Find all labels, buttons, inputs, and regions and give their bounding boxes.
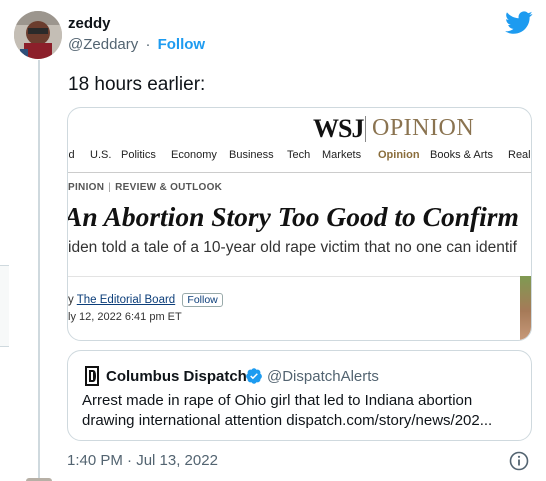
left-edge-panel [0, 265, 9, 347]
wsj-nav-bar: ld U.S. Politics Economy Business Tech M… [68, 149, 531, 171]
nav-item-business: Business [229, 149, 274, 161]
section-label: PINION | REVIEW & OUTLOOK [68, 182, 222, 193]
nav-item-markets: Markets [322, 149, 362, 161]
nav-item-economy: Economy [171, 149, 217, 161]
author-link: The Editorial Board [76, 294, 176, 306]
nav-item-real-estate: Real [508, 149, 531, 161]
author-handle-line: @Zeddary · Follow [68, 36, 205, 53]
article-date: ly 12, 2022 6:41 pm ET [68, 311, 182, 323]
nav-divider [68, 172, 531, 173]
nav-item-opinion: Opinion [378, 149, 420, 161]
section-divider: | [108, 182, 112, 193]
follow-button[interactable]: Follow [158, 36, 206, 53]
article-photo [520, 276, 531, 340]
tweet-text: 18 hours earlier: [68, 74, 206, 95]
article-dek: iden told a tale of a 10-year old rape v… [68, 239, 517, 256]
author-handle[interactable]: @Zeddary [68, 36, 138, 53]
verified-badge-icon [245, 367, 263, 385]
author-name[interactable]: zeddy [68, 15, 111, 32]
nav-item-world: ld [68, 149, 75, 161]
section-label-right: REVIEW & OUTLOOK [115, 182, 223, 193]
avatar[interactable] [14, 11, 62, 59]
avatar-image [14, 11, 62, 59]
byline: y The Editorial Board Follow [68, 293, 223, 307]
nav-item-books-arts: Books & Arts [430, 149, 493, 161]
nav-item-us: U.S. [90, 149, 112, 161]
logo-divider [365, 116, 366, 142]
quoted-tweet[interactable]: Columbus Dispatch @DispatchAlerts Arrest… [67, 350, 532, 441]
info-icon[interactable] [509, 451, 529, 471]
tweet-timestamp[interactable]: 1:40 PM · Jul 13, 2022 [67, 452, 218, 469]
thread-line [38, 60, 40, 481]
nav-item-politics: Politics [121, 149, 156, 161]
article-image[interactable]: WSJ OPINION ld U.S. Politics Economy Bus… [67, 107, 532, 341]
quoted-author-handle: @DispatchAlerts [267, 368, 379, 385]
quoted-author-name: Columbus Dispatch [106, 368, 247, 385]
opinion-logo: OPINION [372, 115, 475, 141]
byline-divider [68, 276, 531, 277]
dispatch-logo-icon [82, 366, 102, 386]
byline-prefix: y [68, 294, 74, 306]
section-label-left: PINION [68, 182, 105, 193]
nav-item-tech: Tech [287, 149, 311, 161]
quoted-tweet-text: Arrest made in rape of Ohio girl that le… [82, 392, 493, 429]
wsj-logo: WSJ [313, 114, 364, 143]
separator-dot: · [145, 36, 151, 53]
article-headline: An Abortion Story Too Good to Confirm [67, 201, 519, 232]
twitter-bird-icon[interactable] [505, 11, 533, 35]
byline-follow-button: Follow [182, 293, 223, 307]
